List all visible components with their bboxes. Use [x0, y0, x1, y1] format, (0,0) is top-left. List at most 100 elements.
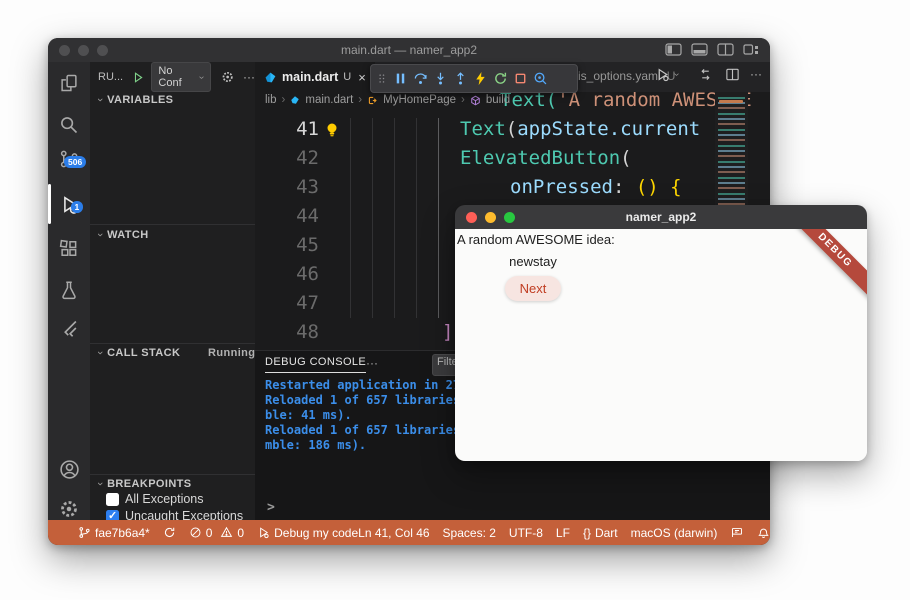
line-number: 43 [283, 173, 319, 202]
scm-badge: 506 [64, 156, 86, 168]
symbol-method-icon [470, 95, 481, 106]
pause-icon[interactable] [393, 71, 408, 86]
line-number: 45 [283, 231, 319, 260]
tab-debug-console[interactable]: DEBUG CONSOLE [265, 356, 366, 373]
sidebar-more-icon[interactable]: ··· [243, 70, 255, 84]
indent-guide [372, 118, 373, 318]
start-debug-icon[interactable] [132, 71, 144, 84]
code-line-48: ] [442, 318, 453, 347]
breadcrumb-main-dart[interactable]: main.dart [305, 94, 353, 106]
code-line-42: ElevatedButton( [460, 144, 632, 173]
run-debug-sidebar [90, 62, 256, 520]
idea-column: A random AWESOME idea: newstay Next [457, 232, 609, 301]
vscode-titlebar[interactable]: main.dart — namer_app2 [48, 38, 770, 62]
idea-label: A random AWESOME idea: [457, 232, 615, 247]
app-content: A random AWESOME idea: newstay Next DEBU… [455, 229, 867, 461]
stop-icon[interactable] [513, 71, 528, 86]
bell-icon[interactable] [757, 526, 770, 539]
sync-icon[interactable] [163, 526, 176, 539]
namer-app-window: namer_app2 A random AWESOME idea: newsta… [455, 205, 867, 461]
variables-section-header[interactable]: › VARIABLES [98, 94, 173, 106]
breadcrumb-lib[interactable]: lib [265, 94, 277, 106]
step-over-icon[interactable] [413, 71, 428, 86]
run-debug-icon[interactable] [48, 189, 90, 219]
explorer-icon[interactable] [48, 68, 90, 98]
drag-handle[interactable] [376, 71, 388, 86]
flutter-icon[interactable] [48, 314, 90, 344]
checkbox-unchecked[interactable] [106, 493, 119, 506]
code-line-43: onPressed: () { [510, 173, 682, 202]
run-icon [655, 67, 670, 82]
debug-device-item[interactable]: macOS (darwin) [631, 526, 718, 540]
next-button[interactable]: Next [505, 276, 562, 301]
search-icon[interactable] [48, 110, 90, 140]
changes-icon [698, 67, 713, 82]
step-into-icon[interactable] [433, 71, 448, 86]
layout-controls [665, 43, 760, 56]
breakpoints-section-header[interactable]: › BREAKPOINTS [98, 478, 192, 490]
section-divider [90, 224, 255, 225]
account-icon[interactable] [48, 454, 90, 484]
dart-file-icon [290, 95, 300, 105]
hot-reload-icon[interactable] [473, 71, 488, 86]
step-out-icon[interactable] [453, 71, 468, 86]
call-stack-section-header[interactable]: › CALL STACK [98, 347, 180, 359]
lightbulb-icon[interactable] [325, 122, 339, 138]
console-line: Reloaded 1 of 657 libraries [265, 393, 460, 407]
dart-file-icon [264, 71, 277, 84]
cursor-position-item[interactable]: Ln 41, Col 46 [358, 526, 429, 540]
problems-item[interactable]: 0 0 [189, 526, 244, 540]
debug-config-dropdown[interactable]: No Conf › [151, 62, 210, 92]
code-line-41: Text(appState.current [460, 115, 700, 144]
editor-more-actions[interactable]: ··· [750, 67, 762, 81]
run-menu-button[interactable]: › [655, 67, 678, 82]
customize-layout-icon[interactable] [743, 43, 760, 56]
extensions-icon[interactable] [48, 234, 90, 264]
breakpoint-all-exceptions[interactable]: All Exceptions [106, 492, 204, 506]
code-line-40: Text('A random AWESOME [500, 92, 752, 115]
watch-section-header[interactable]: › WATCH [98, 229, 149, 241]
chevron-icon: › [94, 482, 106, 486]
breadcrumb-build[interactable]: build [486, 94, 510, 106]
debug-play-icon [257, 526, 270, 539]
desktop: main.dart — namer_app2 506 1 [0, 0, 910, 600]
split-editor-layout-icon[interactable] [717, 43, 734, 56]
debug-session-item[interactable]: Debug my code [257, 526, 358, 540]
symbol-class-icon [367, 95, 378, 106]
indentation-item[interactable]: Spaces: 2 [443, 526, 496, 540]
app-titlebar[interactable]: namer_app2 [455, 205, 867, 229]
line-number: 44 [283, 202, 319, 231]
section-divider [90, 474, 255, 475]
line-number: 48 [283, 318, 319, 347]
language-mode-item[interactable]: {} Dart [583, 526, 618, 540]
call-stack-status: Running [208, 347, 255, 359]
panel-more-icon[interactable]: ··· [366, 356, 378, 370]
chevron-icon: › [94, 98, 106, 102]
console-input-prompt[interactable]: > [267, 500, 275, 515]
open-changes-button[interactable] [698, 67, 713, 82]
chevron-down-icon: › [197, 75, 208, 78]
error-icon [189, 526, 202, 539]
debug-banner: DEBUG [782, 229, 867, 303]
app-window-title: namer_app2 [455, 210, 867, 224]
eol-item[interactable]: LF [556, 526, 570, 540]
testing-icon[interactable] [48, 275, 90, 305]
indent-guide [350, 118, 351, 318]
devtools-inspector-icon[interactable] [533, 71, 548, 86]
git-branch-item[interactable]: fae7b6a4* [78, 526, 150, 540]
status-bar: fae7b6a4* 0 0 Debug my code Ln 41, Col 4… [48, 520, 770, 545]
breadcrumb-myhomepage[interactable]: MyHomePage [383, 94, 456, 106]
toggle-panel-icon[interactable] [691, 43, 708, 56]
gear-icon[interactable] [221, 70, 234, 84]
debug-toolbar [370, 64, 578, 93]
restart-icon[interactable] [493, 71, 508, 86]
encoding-item[interactable]: UTF-8 [509, 526, 543, 540]
console-line: ble: 41 ms). [265, 408, 352, 422]
close-tab-icon[interactable]: × [358, 70, 366, 85]
feedback-icon[interactable] [730, 526, 744, 539]
tab-main-dart[interactable]: main.dart U × [255, 62, 375, 92]
toggle-sidebar-icon[interactable] [665, 43, 682, 56]
minimap-mark [719, 100, 743, 103]
word-pair-text: newstay [509, 254, 557, 269]
split-editor-button[interactable] [725, 67, 740, 82]
